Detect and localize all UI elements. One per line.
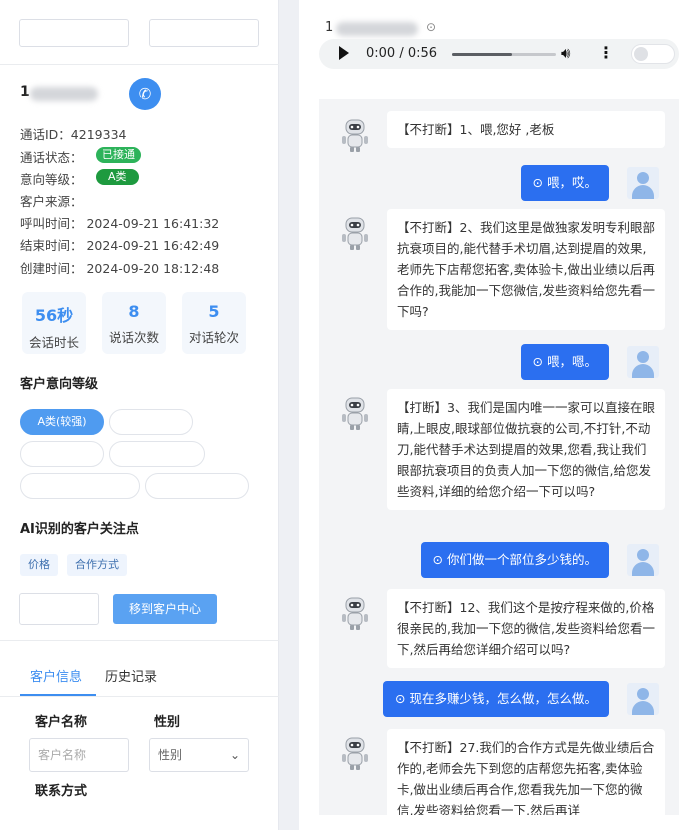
intent-option-a[interactable]: A类(较强)	[20, 409, 104, 435]
tab-history[interactable]: 历史记录	[105, 666, 157, 685]
stat-label: 说话次数	[108, 330, 159, 345]
intent-heading: 客户意向等级	[20, 377, 99, 392]
intent-option[interactable]	[20, 473, 140, 499]
audio-progress-fill	[452, 53, 512, 56]
bot-message: 【打断】3、我们是国内唯一一家可以直接在眼睛,上眼皮,眼球部位做抗衰的公司,不打…	[387, 389, 665, 510]
tab-divider	[0, 696, 279, 697]
robot-avatar-icon	[341, 597, 369, 631]
audio-time: 0:00 / 0:56	[366, 46, 438, 61]
audio-player: 0:00 / 0:56 🔊︎ ⋮	[319, 39, 679, 69]
source-label: 客户来源：	[20, 194, 83, 209]
stat-rounds: 5 对话轮次	[182, 292, 246, 354]
call-id: 通话ID：4219334	[20, 127, 127, 142]
user-message-text: 你们做一个部位多少钱的。	[446, 552, 597, 567]
end-time: 结束时间： 2024-09-21 16:42:49	[20, 238, 220, 253]
header-phone: 1	[325, 20, 334, 35]
call-button[interactable]: ✆	[129, 78, 161, 110]
stat-number: 56秒	[34, 306, 74, 325]
intent-option[interactable]	[109, 409, 193, 435]
call-detail-panel: 1 ✆ 通话ID：4219334 通话状态： 已接通 意向等级： A类 客户来源…	[0, 0, 279, 830]
move-input[interactable]	[19, 593, 99, 625]
bot-message: 【不打断】1、喂,您好 ,老板	[387, 111, 665, 148]
stat-duration: 56秒 会话时长	[22, 292, 86, 354]
user-avatar-icon	[627, 346, 659, 378]
audio-progress-track[interactable]	[452, 53, 556, 56]
chat-transcript: 【不打断】1、喂,您好 ,老板 ⊙ 喂，哎。【不打断】2、我们这里是做独家发明专利…	[319, 99, 679, 815]
user-avatar-icon	[627, 544, 659, 576]
robot-avatar-icon	[341, 397, 369, 431]
stat-speak-count: 8 说话次数	[102, 292, 166, 354]
volume-icon[interactable]: 🔊︎	[561, 44, 570, 62]
robot-avatar-icon	[341, 737, 369, 771]
play-icon[interactable]	[339, 46, 349, 60]
play-circle-icon: ⊙	[532, 175, 547, 190]
divider	[0, 64, 279, 65]
more-options-icon[interactable]: ⋮	[598, 43, 614, 62]
call-status-label: 通话状态：	[20, 150, 83, 165]
divider	[0, 640, 279, 641]
focus-tag: 合作方式	[67, 554, 127, 576]
filter-input-1[interactable]	[19, 19, 129, 47]
user-message[interactable]: ⊙ 喂，哎。	[520, 165, 609, 201]
stat-label: 会话时长	[28, 335, 79, 350]
focus-tag: 价格	[20, 554, 58, 576]
status-badge: 已接通	[96, 147, 141, 163]
stat-label: 对话轮次	[188, 330, 239, 345]
intent-option[interactable]	[20, 441, 104, 467]
phone-icon: ✆	[138, 85, 152, 103]
user-message[interactable]: ⊙ 现在多赚少钱，怎么做，怎么做。	[383, 681, 609, 717]
stat-number: 5	[208, 302, 220, 321]
contact-label: 联系方式	[35, 784, 88, 799]
location-pin-icon: ⊙	[426, 20, 437, 34]
move-to-customer-center-button[interactable]: 移到客户中心	[113, 594, 217, 624]
gender-select-value: 性别	[158, 748, 183, 762]
phone-number-blur	[30, 87, 98, 101]
intent-badge: A类	[96, 169, 139, 185]
toggle-knob	[634, 47, 648, 61]
intent-option[interactable]	[145, 473, 249, 499]
user-message[interactable]: ⊙ 喂，嗯。	[520, 344, 609, 380]
user-message-text: 喂，嗯。	[546, 354, 597, 369]
gender-label: 性别	[154, 715, 181, 730]
robot-avatar-icon	[341, 217, 369, 251]
play-circle-icon: ⊙	[395, 691, 410, 706]
chevron-down-icon: ⌄	[229, 748, 240, 762]
create-time: 创建时间： 2024-09-20 18:12:48	[20, 261, 220, 276]
robot-avatar-icon	[341, 119, 369, 153]
user-avatar-icon	[627, 167, 659, 199]
bot-message: 【不打断】12、我们这个是按疗程来做的,价格很亲民的,我加一下您的微信,发些资料…	[387, 589, 665, 668]
bot-message: 【不打断】27.我们的合作方式是先做业绩后合作的,老师会先下到您的店帮您先拓客,…	[387, 729, 665, 815]
play-circle-icon: ⊙	[432, 552, 447, 567]
intent-label: 意向等级：	[20, 172, 83, 187]
customer-name-input[interactable]: 客户名称	[29, 738, 129, 772]
user-message-text: 喂，哎。	[546, 175, 597, 190]
bot-message: 【不打断】2、我们这里是做独家发明专利眼部抗衰项目的,能代替手术切眉,达到提眉的…	[387, 209, 665, 330]
customer-name-label: 客户名称	[35, 715, 88, 730]
user-message[interactable]: ⊙ 你们做一个部位多少钱的。	[420, 542, 609, 578]
tab-customer-info[interactable]: 客户信息	[30, 666, 82, 685]
autoplay-toggle[interactable]	[631, 44, 675, 64]
user-message-text: 现在多赚少钱，怎么做，怎么做。	[409, 691, 597, 706]
intent-option[interactable]	[109, 441, 205, 467]
stat-number: 8	[128, 302, 140, 321]
call-time: 呼叫时间： 2024-09-21 16:41:32	[20, 216, 220, 231]
play-circle-icon: ⊙	[532, 354, 547, 369]
header-phone-blur	[336, 22, 418, 36]
phone-number: 1	[20, 84, 30, 100]
gender-select[interactable]: 性别 ⌄	[149, 738, 249, 772]
user-avatar-icon	[627, 683, 659, 715]
filter-input-2[interactable]	[149, 19, 259, 47]
ai-focus-heading: AI识别的客户关注点	[20, 522, 139, 537]
